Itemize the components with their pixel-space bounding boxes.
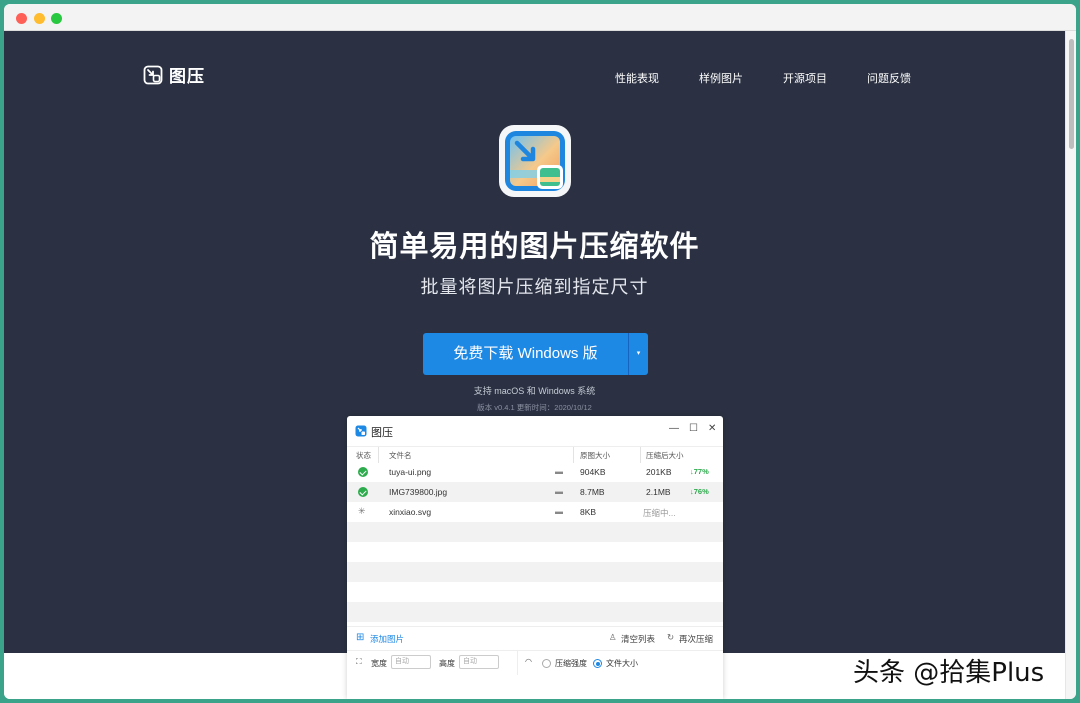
mode-filesize-label: 文件大小 <box>606 659 638 668</box>
folder-icon[interactable]: ▬ <box>555 467 563 476</box>
add-images-button[interactable]: 添加图片 <box>370 633 404 645</box>
watermark: 头条 @拾集Plus <box>853 658 1045 688</box>
column-filename: 文件名 <box>389 451 412 460</box>
column-compressed-size: 压缩后大小 <box>646 451 684 460</box>
top-nav: 性能表现 样例图片 开源项目 问题反馈 <box>615 70 911 86</box>
nav-open-source[interactable]: 开源项目 <box>783 70 827 86</box>
platform-support-text: 支持 macOS 和 Windows 系统 <box>473 386 596 396</box>
table-row[interactable]: IMG739800.jpg ▬ 8.7MB 2.1MB ↓76% <box>347 482 723 502</box>
zoom-window-button[interactable] <box>51 13 62 24</box>
page-title: 简单易用的图片压缩软件 <box>369 231 700 263</box>
divider <box>517 651 518 675</box>
gauge-icon: ◠ <box>525 657 532 666</box>
download-windows-button[interactable]: 免费下载 Windows 版 <box>423 333 628 375</box>
width-label: 宽度 <box>371 659 387 668</box>
reduction-percent: ↓77% <box>690 467 709 476</box>
folder-icon[interactable]: ▬ <box>555 507 563 516</box>
scrollbar-thumb[interactable] <box>1069 39 1074 149</box>
close-window-button[interactable] <box>16 13 27 24</box>
nav-feedback[interactable]: 问题反馈 <box>867 70 911 86</box>
app-logo-icon <box>355 425 367 437</box>
site-logo[interactable]: 图压 <box>143 62 205 87</box>
check-circle-icon <box>358 467 368 477</box>
column-divider <box>573 447 574 463</box>
clear-list-button[interactable]: 清空列表 <box>621 633 655 645</box>
folder-icon[interactable]: ▬ <box>555 487 563 496</box>
action-bar: ⊞ 添加图片 ♙ 清空列表 ↻ 再次压缩 <box>347 626 723 650</box>
column-divider <box>378 447 379 463</box>
download-button-group: 免费下载 Windows 版 ▾ <box>423 333 648 375</box>
version-info: 版本 v0.4.1 更新时间：2020/10/12 <box>477 403 592 412</box>
app-preview-window: 图压 — ☐ ✕ 状态 文件名 原图大小 压缩后大小 tuya-ui.png ▬… <box>347 416 723 699</box>
reduction-percent: ↓76% <box>690 487 709 496</box>
spinner-icon: ✳ <box>358 506 366 516</box>
settings-bar: ⛶ 宽度 自动 高度 自动 ◠ 压缩强度 文件大小 <box>347 650 723 675</box>
compressed-size: 2.1MB <box>646 487 671 497</box>
table-row[interactable]: ✳ xinxiao.svg ▬ 8KB 压缩中... <box>347 502 723 522</box>
page-scrollbar[interactable] <box>1065 31 1076 699</box>
maximize-icon[interactable]: ☐ <box>689 423 698 434</box>
mode-filesize-radio[interactable] <box>593 659 602 668</box>
original-size: 8KB <box>580 507 597 517</box>
compressing-status: 压缩中... <box>643 508 676 518</box>
empty-row <box>347 602 723 622</box>
compressed-size: 201KB <box>646 467 672 477</box>
table-header: 状态 文件名 原图大小 压缩后大小 <box>347 446 723 463</box>
table-row[interactable]: tuya-ui.png ▬ 904KB 201KB ↓77% <box>347 462 723 482</box>
mode-strength-radio[interactable] <box>542 659 551 668</box>
broom-icon: ♙ <box>609 632 617 642</box>
recompress-button[interactable]: 再次压缩 <box>679 633 713 645</box>
empty-row <box>347 562 723 582</box>
minimize-icon[interactable]: — <box>669 423 679 434</box>
page-subtitle: 批量将图片压缩到指定尺寸 <box>420 277 649 297</box>
file-name: IMG739800.jpg <box>389 487 448 497</box>
height-label: 高度 <box>439 659 455 668</box>
empty-row <box>347 582 723 602</box>
original-size: 8.7MB <box>580 487 605 497</box>
close-icon[interactable]: ✕ <box>708 423 716 434</box>
empty-row <box>347 522 723 542</box>
browser-titlebar <box>4 4 1076 31</box>
file-name: xinxiao.svg <box>389 507 432 517</box>
app-title: 图压 <box>371 427 393 439</box>
column-original-size: 原图大小 <box>580 451 610 460</box>
minimize-window-button[interactable] <box>34 13 45 24</box>
app-titlebar: 图压 — ☐ ✕ <box>347 416 723 446</box>
column-status: 状态 <box>356 451 371 460</box>
browser-window: 图压 性能表现 样例图片 开源项目 问题反馈 简单易用的图片压缩软件 批量将图片… <box>4 4 1076 699</box>
add-icon[interactable]: ⊞ <box>356 632 364 643</box>
nav-samples[interactable]: 样例图片 <box>699 70 743 86</box>
chevron-down-icon[interactable]: ▾ <box>629 333 648 375</box>
logo-icon <box>143 65 163 84</box>
original-size: 904KB <box>580 467 606 477</box>
refresh-icon: ↻ <box>667 632 675 642</box>
check-circle-icon <box>358 487 368 497</box>
column-divider <box>640 447 641 463</box>
file-name: tuya-ui.png <box>389 467 432 477</box>
nav-performance[interactable]: 性能表现 <box>615 70 659 86</box>
empty-row <box>347 542 723 562</box>
height-input[interactable]: 自动 <box>459 655 499 669</box>
width-input[interactable]: 自动 <box>391 655 431 669</box>
mode-strength-label: 压缩强度 <box>555 659 587 668</box>
resize-icon: ⛶ <box>356 657 362 666</box>
compress-app-icon <box>505 131 565 191</box>
app-icon <box>499 125 571 197</box>
logo-text: 图压 <box>169 67 205 86</box>
